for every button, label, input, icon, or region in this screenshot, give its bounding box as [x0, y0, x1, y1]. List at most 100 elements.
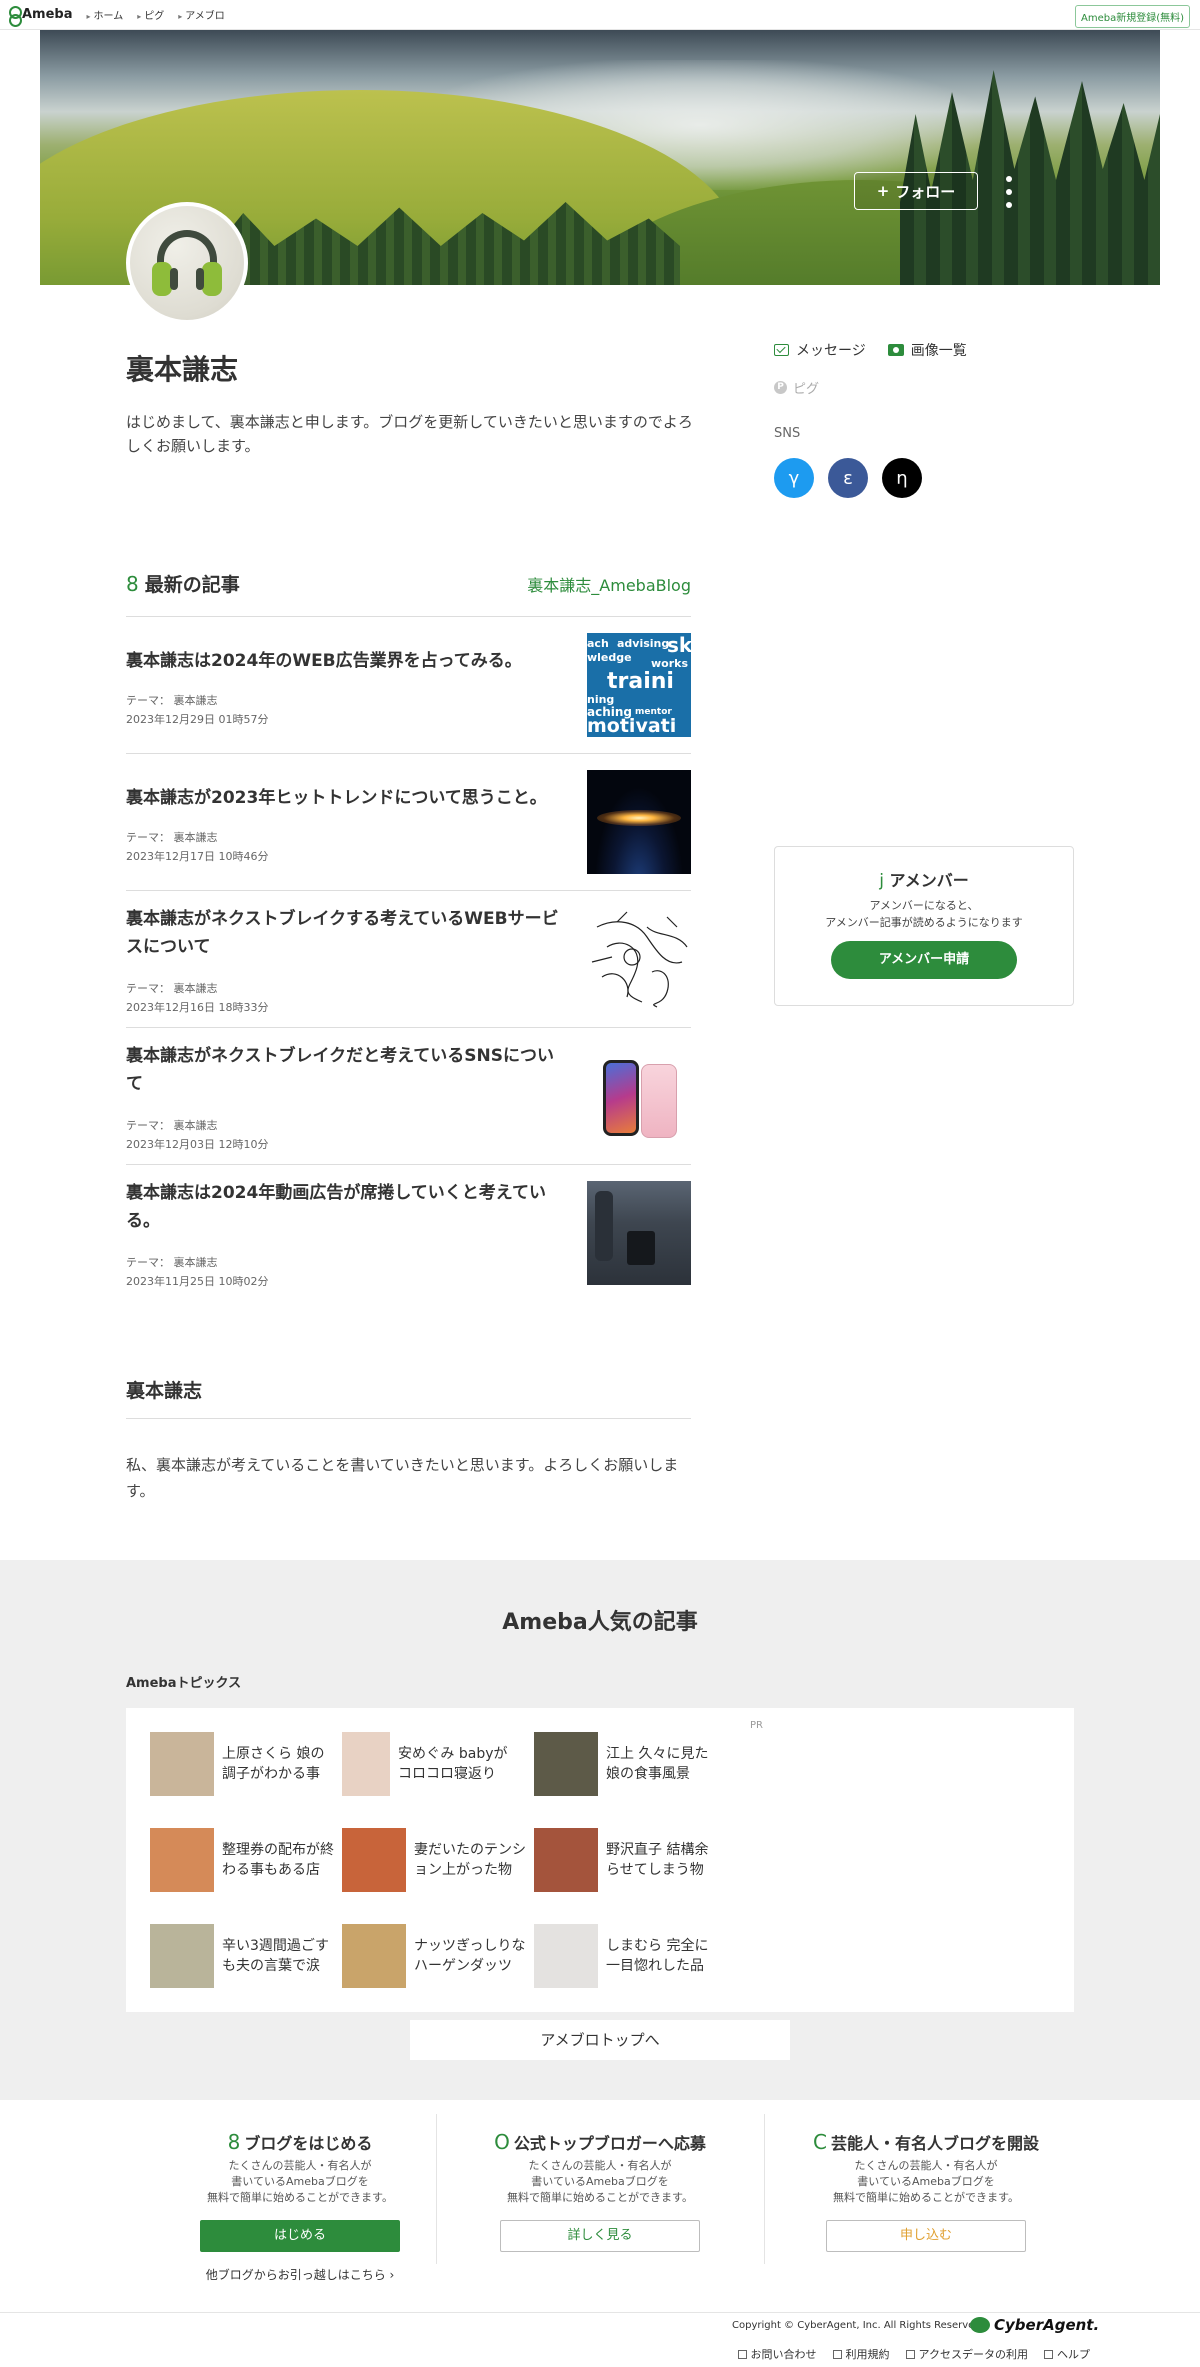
ameba-logo[interactable]: Ameba	[8, 5, 73, 27]
footer-link-help[interactable]: ヘルプ	[1044, 2346, 1090, 2362]
facebook-icon[interactable]: ε	[828, 458, 868, 498]
cyberagent-brand: CyberAgent.	[994, 2316, 1100, 2334]
article-title[interactable]: 裏本謙志は2024年のWEB広告業界を占ってみる。	[126, 647, 566, 675]
article-item[interactable]: 裏本謙志は2024年のWEB広告業界を占ってみる。 テーマ： 裏本謙志 2023…	[126, 617, 691, 754]
topic-item[interactable]: ナッツぎっしりな ハーゲンダッツ	[342, 1924, 532, 1988]
popular-title: Ameba人気の記事	[502, 1610, 698, 1635]
topic-line-2: らせてしまう物	[606, 1862, 704, 1878]
sns-label: SNS	[774, 426, 801, 441]
nav-ameblo[interactable]: アメブロ	[178, 7, 225, 22]
external-link-icon	[905, 2349, 915, 2359]
article-date: 2023年12月29日 01時57分	[126, 713, 269, 726]
amember-card: j アメンバー アメンバーになると、 アメンバー記事が読めるようになります アメ…	[774, 846, 1074, 1006]
topic-item[interactable]: 整理券の配布が終 わる事もある店	[150, 1828, 340, 1892]
article-thumbnail[interactable]	[587, 1181, 691, 1285]
cta-top-blogger: O 公式トップブロガーへ応募 たくさんの芸能人・有名人が 書いているAmebaブログ…	[450, 2130, 750, 2252]
article-thumbnail[interactable]	[587, 907, 691, 1011]
topic-line-1: 野沢直子 結構余	[606, 1842, 709, 1858]
topic-item[interactable]: 上原さくら 娘の 調子がわかる事	[150, 1732, 340, 1796]
amember-desc-2: アメンバー記事が読めるようになります	[825, 916, 1023, 929]
amember-desc-1: アメンバーになると、	[869, 899, 979, 912]
topic-thumbnail	[150, 1828, 214, 1892]
article-title[interactable]: 裏本謙志がネクストブレイクする考えているWEBサービスについて	[126, 905, 566, 961]
avatar[interactable]	[126, 202, 248, 324]
article-title[interactable]: 裏本謙志は2024年動画広告が席捲していくと考えている。	[126, 1179, 566, 1235]
cyberagent-logo[interactable]: CyberAgent.	[970, 2316, 1099, 2334]
nav-home[interactable]: ホーム	[87, 7, 124, 22]
images-link[interactable]: 画像一覧	[887, 340, 967, 360]
pigg-label: ピグ	[793, 382, 820, 397]
topic-line-1: 江上 久々に見た	[606, 1746, 709, 1762]
more-menu-icon[interactable]	[1004, 176, 1014, 208]
start-button[interactable]: はじめる	[200, 2220, 400, 2252]
article-thumbnail[interactable]	[587, 770, 691, 874]
follow-label: フォロー	[895, 182, 956, 201]
blog-link[interactable]: 裏本謙志_AmebaBlog	[527, 572, 691, 596]
amember-apply-button[interactable]: アメンバー申請	[831, 941, 1017, 979]
profile-name: 裏本謙志	[126, 353, 239, 386]
plus-icon: +	[876, 182, 890, 200]
footer-link-terms[interactable]: 利用規約	[832, 2346, 890, 2362]
topic-item[interactable]: 野沢直子 結構余 らせてしまう物	[534, 1828, 724, 1892]
latest-articles-header: 8 最新の記事 裏本謙志_AmebaBlog	[126, 570, 691, 597]
topic-item[interactable]: 辛い3週間過ごす も夫の言葉で涙	[150, 1924, 340, 1988]
topic-item[interactable]: 安めぐみ babyが コロコロ寝返り	[342, 1732, 532, 1796]
official-icon: O	[494, 2130, 510, 2154]
images-label: 画像一覧	[910, 343, 967, 359]
pr-label: PR	[750, 1720, 763, 1731]
blog-icon: 8	[227, 2130, 241, 2154]
topic-line-2: 調子がわかる事	[222, 1766, 320, 1782]
profile-bio: はじめまして、裏本謙志と申します。ブログを更新していきたいと思いますのでよろしく…	[126, 413, 693, 455]
article-date: 2023年11月25日 10時02分	[126, 1275, 269, 1288]
topic-thumbnail	[534, 1732, 598, 1796]
ameblo-top-button[interactable]: アメブロトップへ	[410, 2020, 790, 2060]
threads-icon[interactable]: η	[882, 458, 922, 498]
latest-title: 最新の記事	[144, 574, 240, 596]
topic-thumbnail	[342, 1732, 390, 1796]
footer-link-access-data[interactable]: アクセスデータの利用	[905, 2346, 1028, 2362]
topic-item[interactable]: しまむら 完全に 一目惚れした品	[534, 1924, 724, 1988]
topic-item[interactable]: 妻だいたのテンシ ョン上がった物	[342, 1828, 532, 1892]
topic-line-2: 娘の食事風景	[606, 1766, 690, 1782]
article-list: 裏本謙志は2024年のWEB広告業界を占ってみる。 テーマ： 裏本謙志 2023…	[126, 617, 691, 1302]
top-bar: Ameba ホーム ピグ アメブロ Ameba新規登録(無料)	[0, 0, 1200, 30]
article-thumbnail[interactable]: ach advising sk wledge works traini ning…	[587, 633, 691, 737]
amember-icon: j	[879, 871, 884, 891]
pigg-link[interactable]: P ピグ	[774, 378, 967, 397]
article-title[interactable]: 裏本謙志が2023年ヒットトレンドについて思うこと。	[126, 784, 566, 812]
migrate-link[interactable]: 他ブログからお引っ越しはこちら ›	[150, 2266, 450, 2283]
details-button[interactable]: 詳しく見る	[500, 2220, 700, 2252]
article-theme: テーマ： 裏本謙志	[126, 694, 218, 707]
topic-line-1: 整理券の配布が終	[222, 1842, 334, 1858]
topic-thumbnail	[150, 1924, 214, 1988]
cta-section: 8 ブログをはじめる たくさんの芸能人・有名人が 書いているAmebaブログを 無料で…	[0, 2100, 1200, 2312]
message-link[interactable]: メッセージ	[774, 340, 866, 360]
celebrity-icon: C	[813, 2130, 827, 2154]
topic-line-2: わる事もある店	[222, 1862, 320, 1878]
nav-pigg[interactable]: ピグ	[137, 7, 164, 22]
article-item[interactable]: 裏本謙志がネクストブレイクする考えているWEBサービスについて テーマ： 裏本謙…	[126, 891, 691, 1028]
article-title[interactable]: 裏本謙志がネクストブレイクだと考えているSNSについて	[126, 1042, 566, 1098]
topic-line-1: 上原さくら 娘の	[222, 1746, 325, 1762]
topics-grid: PR 上原さくら 娘の 調子がわかる事 安めぐみ babyが コロコロ寝返り 江上 …	[126, 1708, 1074, 2012]
article-thumbnail[interactable]	[587, 1044, 691, 1148]
article-item[interactable]: 裏本謙志が2023年ヒットトレンドについて思うこと。 テーマ： 裏本謙志 202…	[126, 754, 691, 891]
global-nav: ホーム ピグ アメブロ	[87, 7, 225, 22]
signup-button[interactable]: Ameba新規登録(無料)	[1074, 5, 1190, 28]
apply-button[interactable]: 申し込む	[826, 2220, 1026, 2252]
cta-title: 公式トップブロガーへ応募	[513, 2134, 706, 2153]
phone-icon	[603, 1060, 639, 1136]
topic-thumbnail	[342, 1924, 406, 1988]
topic-item[interactable]: 江上 久々に見た 娘の食事風景	[534, 1732, 724, 1796]
twitter-icon[interactable]: γ	[774, 458, 814, 498]
about-title: 裏本謙志	[126, 1380, 203, 1402]
follow-button[interactable]: + フォロー	[854, 172, 978, 210]
external-link-icon	[737, 2349, 747, 2359]
article-item[interactable]: 裏本謙志は2024年動画広告が席捲していくと考えている。 テーマ： 裏本謙志 2…	[126, 1165, 691, 1302]
article-theme: テーマ： 裏本謙志	[126, 1119, 218, 1132]
article-item[interactable]: 裏本謙志がネクストブレイクだと考えているSNSについて テーマ： 裏本謙志 20…	[126, 1028, 691, 1165]
topic-thumbnail	[534, 1828, 598, 1892]
external-link-icon	[1044, 2349, 1053, 2359]
footer-link-contact[interactable]: お問い合わせ	[737, 2346, 817, 2362]
topic-line-1: 辛い3週間過ごす	[222, 1938, 330, 1954]
